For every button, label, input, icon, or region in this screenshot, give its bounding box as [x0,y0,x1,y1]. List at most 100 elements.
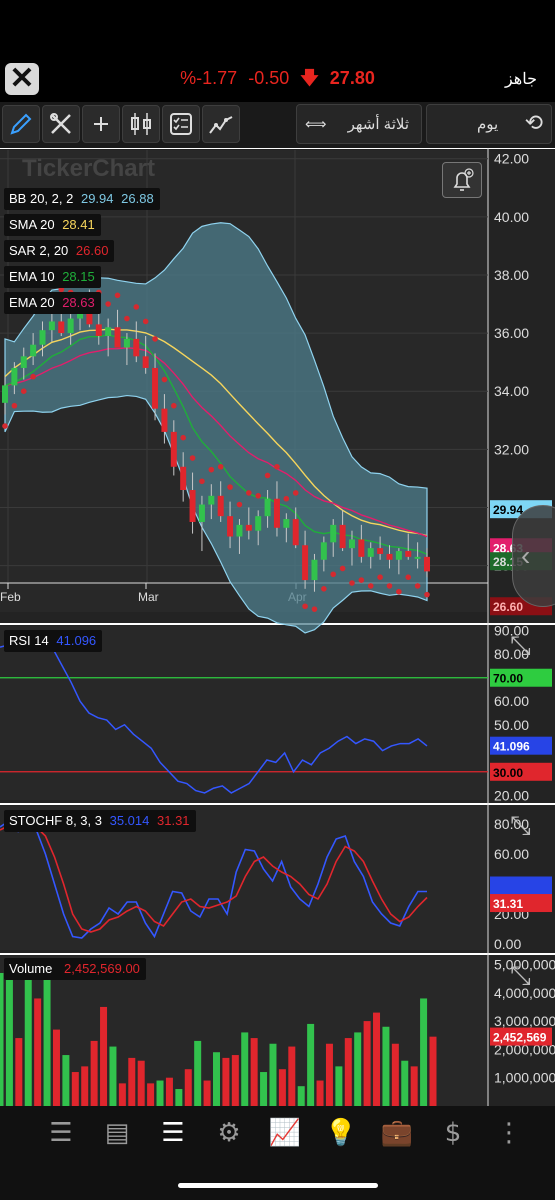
period-selector[interactable]: ⟺ ثلاثة أشهر [296,104,422,144]
sar-dot [358,577,365,583]
candle [320,542,327,560]
tools-button[interactable] [42,105,80,143]
candle [208,495,215,505]
sar-dot [396,588,402,595]
compare-button[interactable] [202,105,240,143]
sar-dot [152,336,158,342]
interval-selector[interactable]: ⟲ يوم [426,104,552,144]
legend-ema10: EMA 10 28.15 [4,266,101,288]
legend-sma: SMA 20 28.41 [4,214,101,236]
volume-bar [354,1032,362,1106]
candle [133,338,140,357]
y-tick-label: 34.00 [494,383,529,399]
candle [217,495,224,517]
idea-tab[interactable]: 💡 [324,1118,358,1152]
volume-bar [165,1077,173,1106]
currency-tab[interactable]: $ [436,1118,470,1152]
volume-bar [137,1060,145,1106]
volume-bar [269,1043,277,1106]
legend-rsi: RSI 14 41.096 [4,630,103,652]
stoch-tick-label: 60.00 [494,846,529,862]
chart-tab[interactable]: 📈 [268,1118,302,1152]
volume-bar [156,1080,164,1106]
candle [292,519,299,546]
candle [123,338,130,348]
chart-type-button[interactable] [122,105,160,143]
sar-dot [30,373,36,380]
candle [30,344,37,357]
sar-dot [114,292,121,299]
candle [161,408,168,432]
candle [236,524,243,537]
candle [367,548,374,557]
candle [2,385,8,403]
interval-label: يوم [477,116,499,133]
volume-bar [5,970,13,1106]
candle [405,551,412,557]
candle [255,516,262,531]
sar-dot [20,388,27,395]
candle [227,516,234,537]
volume-bar [260,1072,268,1106]
portfolio-icon: 💼 [380,1118,414,1148]
watchlist-tab[interactable]: ☰ [44,1118,78,1152]
y-tick-label: 42.00 [494,151,529,167]
volume-bar [34,998,42,1106]
volume-bar [401,1060,409,1106]
sar-dot [208,466,215,473]
add-alert-button[interactable] [442,162,482,198]
draw-tool-button[interactable] [2,105,40,143]
sar-dot [386,583,393,589]
list-tab[interactable]: ▤ [100,1118,134,1152]
x-tick-label: Feb [0,590,21,604]
sar-dot [264,472,271,479]
volume-bar [203,1080,211,1106]
candle [386,553,393,560]
candle [11,367,18,386]
volume-bar [278,1069,286,1106]
expand-icon: ⤡ [510,960,531,990]
sar-dot [236,501,243,508]
portfolio-tab[interactable]: 💼 [380,1118,414,1152]
sar-dot [180,434,186,441]
candle [170,431,177,467]
volume-bar [71,1072,79,1106]
volume-bar [325,1043,333,1106]
stoch-value-label: 31.31 [493,897,523,911]
candle [58,321,65,334]
chevron-left-icon: ‹ [521,540,531,571]
sar-dot [161,376,168,383]
sar-dot [199,478,205,485]
period-label: ثلاثة أشهر [347,116,409,133]
volume-bar [194,1040,202,1106]
scanner-tab[interactable]: ⚙ [212,1118,246,1152]
indicators-button[interactable] [162,105,200,143]
more-tab[interactable]: ⋮ [492,1118,526,1152]
volume-bar [213,1052,220,1106]
swap-arrows-icon: ⟺ [305,116,327,133]
volume-bar [81,1066,89,1106]
candle [20,356,27,368]
volume-bar [15,1038,23,1106]
sar-dot [274,463,280,470]
rsi-level-label: 70.00 [493,672,523,686]
more-icon: ⋮ [496,1118,522,1148]
quote-summary: %-1.77 -0.50 🡇 27.80 [0,66,555,96]
side-panel-handle[interactable]: ‹ [512,505,555,607]
crosshair-button[interactable] [82,105,120,143]
sar-dot [321,586,327,592]
orderbook-tab[interactable]: ☰ [156,1118,190,1152]
volume-bar [231,1055,239,1106]
list-icon: ▤ [104,1118,130,1148]
sar-dot [339,565,346,572]
change-percent: %-1.77 [180,68,238,88]
change-value: -0.50 [248,68,290,88]
sar-dot [227,484,233,490]
sar-dot [330,571,337,578]
candle [189,490,196,522]
y-tick-label: 32.00 [494,441,529,457]
home-indicator [178,1183,378,1188]
watermark: TickerChart [22,155,155,182]
rsi-tick-label: 50.00 [494,717,529,733]
chart-icon: 📈 [268,1118,302,1148]
